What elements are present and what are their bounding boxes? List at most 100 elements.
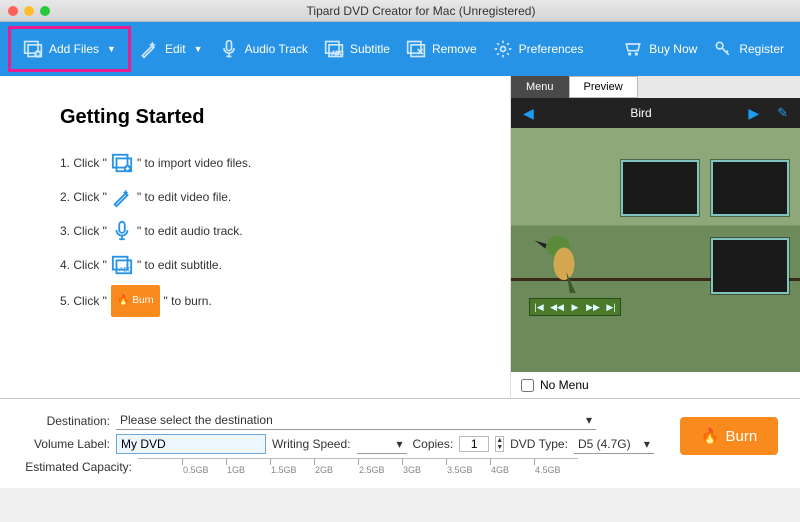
writing-speed-label: Writing Speed: <box>272 437 351 451</box>
step-5: 5. Click " 🔥 Burn " to burn. <box>60 285 480 317</box>
gear-icon <box>493 39 513 59</box>
ruler-tick: 0.5GB <box>182 459 209 465</box>
bird-image <box>529 223 599 293</box>
ruler-tick: 1GB <box>226 459 245 465</box>
copies-stepper[interactable]: ▲▼ <box>495 436 504 452</box>
burn-label: Burn <box>726 428 758 445</box>
chevron-down-icon: ▼ <box>107 44 116 54</box>
window-controls <box>8 6 50 16</box>
last-icon[interactable]: ▶| <box>602 299 620 315</box>
menu-thumbnail[interactable] <box>711 160 789 216</box>
subtitle-button[interactable]: ABC Subtitle <box>316 33 398 65</box>
forward-icon[interactable]: ▶▶ <box>584 299 602 315</box>
volume-label-label: Volume Label: <box>12 437 110 451</box>
rewind-icon[interactable]: ◀◀ <box>548 299 566 315</box>
step-1: 1. Click " " to import video files. <box>60 149 480 177</box>
add-files-label: Add Files <box>49 42 99 56</box>
subtitle-icon: ABC <box>324 39 344 59</box>
writing-speed-select[interactable]: ▾ <box>357 435 407 454</box>
capacity-ruler: 0.5GB 1GB 1.5GB 2GB 2.5GB 3GB 3.5GB 4GB 4.5GB <box>138 458 578 476</box>
next-template-icon[interactable]: ▶ <box>748 105 759 122</box>
volume-label-input[interactable] <box>116 434 266 454</box>
preview-body: |◀ ◀◀ ▶ ▶▶ ▶| <box>511 128 800 372</box>
register-button[interactable]: Register <box>705 33 792 65</box>
preferences-label: Preferences <box>519 42 584 56</box>
register-label: Register <box>739 42 784 56</box>
menu-thumbnail[interactable] <box>711 238 789 294</box>
copies-input[interactable] <box>459 436 489 452</box>
edit-template-icon[interactable]: ✎ <box>777 105 788 122</box>
buy-now-label: Buy Now <box>649 42 697 56</box>
prev-template-icon[interactable]: ◀ <box>523 105 534 122</box>
subtitle-label: Subtitle <box>350 42 390 56</box>
cart-icon <box>623 39 643 59</box>
tab-preview[interactable]: Preview <box>569 76 638 98</box>
close-icon[interactable] <box>8 6 18 16</box>
add-files-icon <box>23 39 43 59</box>
remove-button[interactable]: Remove <box>398 33 485 65</box>
tab-menu[interactable]: Menu <box>511 76 569 98</box>
magic-wand-icon <box>139 39 159 59</box>
minimize-icon[interactable] <box>24 6 34 16</box>
add-files-icon <box>111 152 133 174</box>
ruler-tick: 2GB <box>314 459 333 465</box>
destination-label: Destination: <box>12 414 110 428</box>
preview-panel: Menu Preview ◀ Bird ▶ ✎ |◀ ◀◀ <box>510 76 800 398</box>
first-icon[interactable]: |◀ <box>530 299 548 315</box>
chevron-down-icon: ▾ <box>396 437 402 451</box>
ruler-tick: 2.5GB <box>358 459 385 465</box>
step-2: 2. Click " " to edit video file. <box>60 183 480 211</box>
burn-button[interactable]: 🔥 Burn <box>680 417 778 455</box>
ruler-tick: 3.5GB <box>446 459 473 465</box>
audio-track-label: Audio Track <box>245 42 308 56</box>
main-area: Getting Started 1. Click " " to import v… <box>0 76 800 398</box>
step-3: 3. Click " " to edit audio track. <box>60 217 480 245</box>
key-icon <box>713 39 733 59</box>
no-menu-label: No Menu <box>540 378 589 392</box>
ruler-tick: 4.5GB <box>534 459 561 465</box>
chevron-down-icon: ▼ <box>194 44 203 54</box>
maximize-icon[interactable] <box>40 6 50 16</box>
burn-mini-icon: 🔥 Burn <box>111 285 160 317</box>
getting-started-title: Getting Started <box>60 106 480 129</box>
menu-thumbnail[interactable] <box>621 160 699 216</box>
toolbar: Add Files ▼ Edit ▼ Audio Track ABC Subti… <box>0 22 800 76</box>
bottom-panel: Destination: Please select the destinati… <box>0 398 800 488</box>
edit-label: Edit <box>165 42 186 56</box>
remove-icon <box>406 39 426 59</box>
copies-label: Copies: <box>413 437 454 451</box>
ruler-tick: 3GB <box>402 459 421 465</box>
destination-select[interactable]: Please select the destination ▾ <box>116 411 596 430</box>
playback-controls: |◀ ◀◀ ▶ ▶▶ ▶| <box>529 298 621 316</box>
dvd-type-select[interactable]: D5 (4.7G)▾ <box>574 435 654 454</box>
magic-wand-icon <box>111 186 133 208</box>
microphone-icon <box>219 39 239 59</box>
step-4: 4. Click " ABC " to edit subtitle. <box>60 251 480 279</box>
svg-text:ABC: ABC <box>119 266 133 273</box>
titlebar: Tipard DVD Creator for Mac (Unregistered… <box>0 0 800 22</box>
subtitle-icon: ABC <box>111 254 133 276</box>
svg-text:ABC: ABC <box>331 51 343 57</box>
add-files-button[interactable]: Add Files ▼ <box>8 26 131 72</box>
flame-icon: 🔥 <box>701 427 720 445</box>
chevron-down-icon: ▾ <box>644 437 650 451</box>
template-name: Bird <box>630 106 651 120</box>
ruler-tick: 1.5GB <box>270 459 297 465</box>
remove-label: Remove <box>432 42 477 56</box>
preferences-button[interactable]: Preferences <box>485 33 592 65</box>
no-menu-checkbox[interactable] <box>521 379 534 392</box>
getting-started-panel: Getting Started 1. Click " " to import v… <box>0 76 510 398</box>
ruler-tick: 4GB <box>490 459 509 465</box>
play-icon[interactable]: ▶ <box>566 299 584 315</box>
chevron-down-icon: ▾ <box>586 413 592 427</box>
audio-track-button[interactable]: Audio Track <box>211 33 316 65</box>
preview-header: ◀ Bird ▶ ✎ <box>511 98 800 128</box>
estimated-capacity-label: Estimated Capacity: <box>12 460 132 474</box>
edit-button[interactable]: Edit ▼ <box>131 33 211 65</box>
preview-tabs: Menu Preview <box>511 76 800 98</box>
window-title: Tipard DVD Creator for Mac (Unregistered… <box>50 4 792 18</box>
microphone-icon <box>111 220 133 242</box>
no-menu-row: No Menu <box>511 372 800 398</box>
dvd-type-label: DVD Type: <box>510 437 568 451</box>
buy-now-button[interactable]: Buy Now <box>615 33 705 65</box>
